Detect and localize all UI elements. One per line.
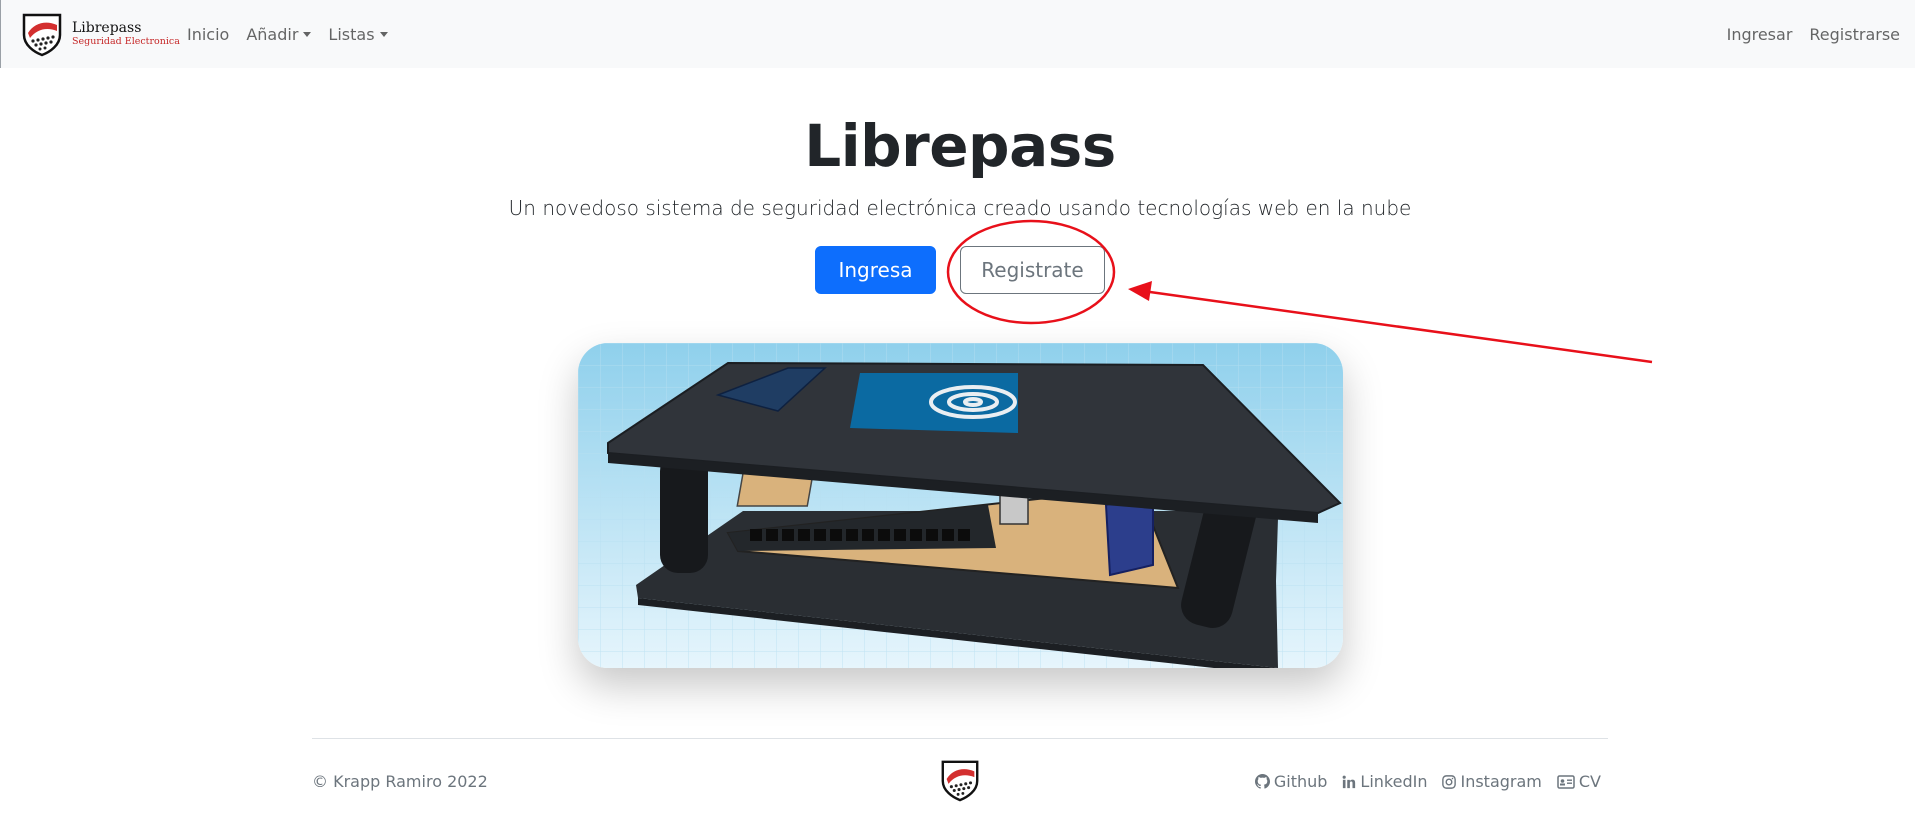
nav-item-anadir-dropdown[interactable]: Añadir [246, 25, 312, 44]
brand-name: Librepass [72, 20, 142, 37]
footer-link-github[interactable]: Github [1254, 772, 1327, 791]
nav-item-listas-dropdown[interactable]: Listas [328, 25, 388, 44]
footer-logo-icon[interactable] [938, 758, 982, 802]
caret-down-icon [379, 31, 388, 37]
brand-tagline: Seguridad Electronica [72, 35, 180, 47]
hero-subtitle: Un novedoso sistema de seguridad electró… [508, 196, 1412, 220]
footer-link-cv[interactable]: CV [1557, 772, 1601, 791]
footer-links: Github LinkedIn Instagram CV [1240, 772, 1601, 791]
instagram-icon [1442, 774, 1457, 789]
nav-left: Inicio Añadir Listas [187, 0, 405, 68]
brand-link[interactable]: Librepass Seguridad Electronica [19, 10, 180, 58]
footer-copyright: © Krapp Ramiro 2022 [312, 772, 488, 791]
footer-link-instagram[interactable]: Instagram [1442, 772, 1542, 791]
nav-item-registrarse[interactable]: Registrarse [1809, 25, 1900, 44]
nav-right: Ingresar Registrarse [1710, 0, 1900, 68]
nav-item-inicio[interactable]: Inicio [187, 25, 229, 44]
navbar: Librepass Seguridad Electronica Inicio A… [0, 0, 1915, 68]
linkedin-icon [1343, 775, 1356, 788]
footer-link-linkedin[interactable]: LinkedIn [1342, 772, 1427, 791]
register-button[interactable]: Registrate [960, 246, 1105, 294]
caret-down-icon [303, 31, 312, 37]
login-button[interactable]: Ingresa [815, 246, 936, 294]
hero-title: Librepass [804, 112, 1116, 180]
librepass-logo-icon [22, 13, 62, 57]
github-icon [1254, 774, 1270, 789]
hero-buttons: Ingresa Registrate [0, 246, 1915, 294]
footer-divider [312, 738, 1608, 739]
id-card-icon [1557, 774, 1575, 789]
device-3d-render-image [578, 343, 1343, 668]
nav-item-ingresar[interactable]: Ingresar [1727, 25, 1793, 44]
